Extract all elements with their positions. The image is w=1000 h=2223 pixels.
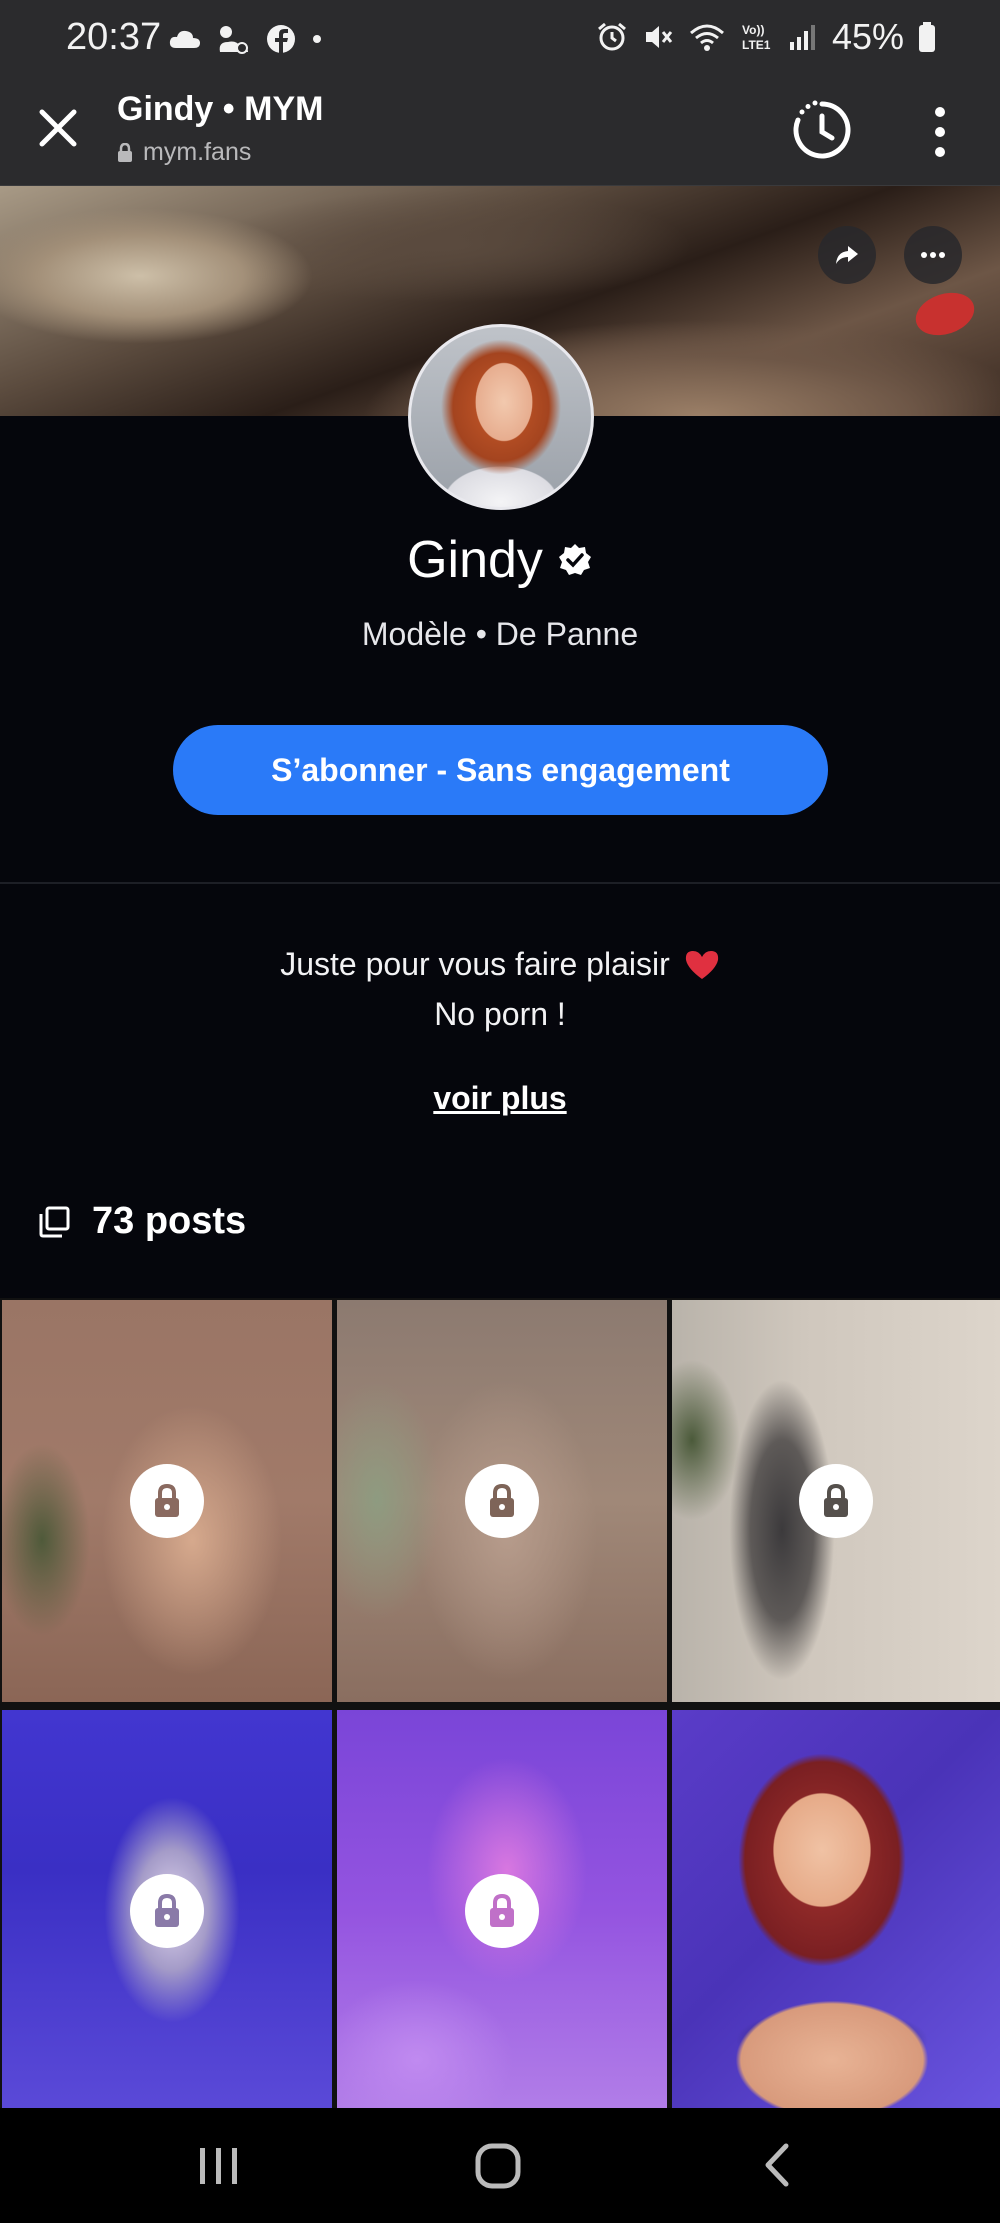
padlock-icon <box>490 1483 514 1517</box>
padlock-icon <box>490 1893 514 1927</box>
url-display[interactable]: mym.fans <box>117 138 251 167</box>
profile-name: Gindy <box>407 531 543 589</box>
svg-text:LTE1: LTE1 <box>742 38 771 52</box>
home-icon[interactable] <box>474 2142 522 2190</box>
profile-subtitle: Modèle • De Panne <box>361 616 639 652</box>
profile-name-row: Gindy <box>0 530 1000 590</box>
battery-percentage: 45% <box>831 16 904 57</box>
padlock-icon <box>824 1483 848 1517</box>
recent-apps-icon[interactable] <box>198 2144 240 2188</box>
more-options-button[interactable] <box>904 226 962 284</box>
volte-icon: Vo))LTE1 <box>742 23 771 52</box>
close-icon[interactable] <box>36 106 80 150</box>
post-thumbnail[interactable] <box>672 1300 1000 1702</box>
back-icon[interactable] <box>762 2142 792 2188</box>
bio-line-2: No porn ! <box>434 996 566 1032</box>
url-text: mym.fans <box>143 138 252 166</box>
facebook-icon <box>267 25 295 53</box>
cover-detail <box>910 285 980 343</box>
verified-badge-icon <box>558 544 591 575</box>
more-horizontal-icon <box>921 252 945 258</box>
system-nav-bar <box>0 2108 1000 2223</box>
subscribe-button[interactable]: S’abonner - Sans engagement <box>173 725 828 815</box>
share-button[interactable] <box>818 226 876 284</box>
share-icon <box>836 246 858 264</box>
dot-icon <box>313 35 321 43</box>
locked-badge <box>465 1874 539 1948</box>
page-title: Gindy • MYM <box>117 90 324 128</box>
posts-count: 73 posts <box>92 1200 247 1242</box>
signal-icon <box>789 25 815 50</box>
see-more-link[interactable]: voir plus <box>0 1080 1000 1117</box>
post-thumbnail[interactable] <box>2 1710 332 2112</box>
weather-icon <box>219 26 248 54</box>
posts-count-row: 73 posts <box>38 1200 246 1243</box>
browser-toolbar: Gindy • MYM mym.fans <box>0 80 1000 186</box>
padlock-icon <box>155 1483 179 1517</box>
locked-badge <box>130 1464 204 1538</box>
status-time: 20:37 <box>66 16 162 58</box>
mute-icon <box>645 26 673 48</box>
posts-stack-icon <box>39 1206 70 1237</box>
post-thumbnail[interactable] <box>337 1710 667 2112</box>
wifi-icon <box>689 24 724 51</box>
heart-icon <box>685 950 718 979</box>
locked-badge <box>799 1464 873 1538</box>
battery-icon <box>919 22 935 52</box>
svg-text:Vo)): Vo)) <box>742 23 764 37</box>
lock-icon <box>118 142 132 162</box>
padlock-icon <box>155 1893 179 1927</box>
cloud-icon <box>169 30 200 48</box>
locked-badge <box>130 1874 204 1948</box>
bio-text: Juste pour vous faire plaisir <box>280 946 670 982</box>
more-vertical-icon[interactable] <box>928 104 952 160</box>
bio-line: Juste pour vous faire plaisir <box>0 946 1000 983</box>
post-thumbnail[interactable] <box>2 1300 332 1702</box>
avatar[interactable] <box>408 324 594 510</box>
alarm-icon <box>597 22 626 51</box>
status-bar: 20:37 Vo)) LTE1 45% <box>0 0 1000 80</box>
history-timer-icon[interactable] <box>790 98 854 162</box>
post-thumbnail[interactable] <box>337 1300 667 1702</box>
post-thumbnail-unlocked[interactable] <box>672 1710 1000 2112</box>
posts-grid <box>0 1298 1000 2112</box>
divider <box>0 882 1000 884</box>
locked-badge <box>465 1464 539 1538</box>
